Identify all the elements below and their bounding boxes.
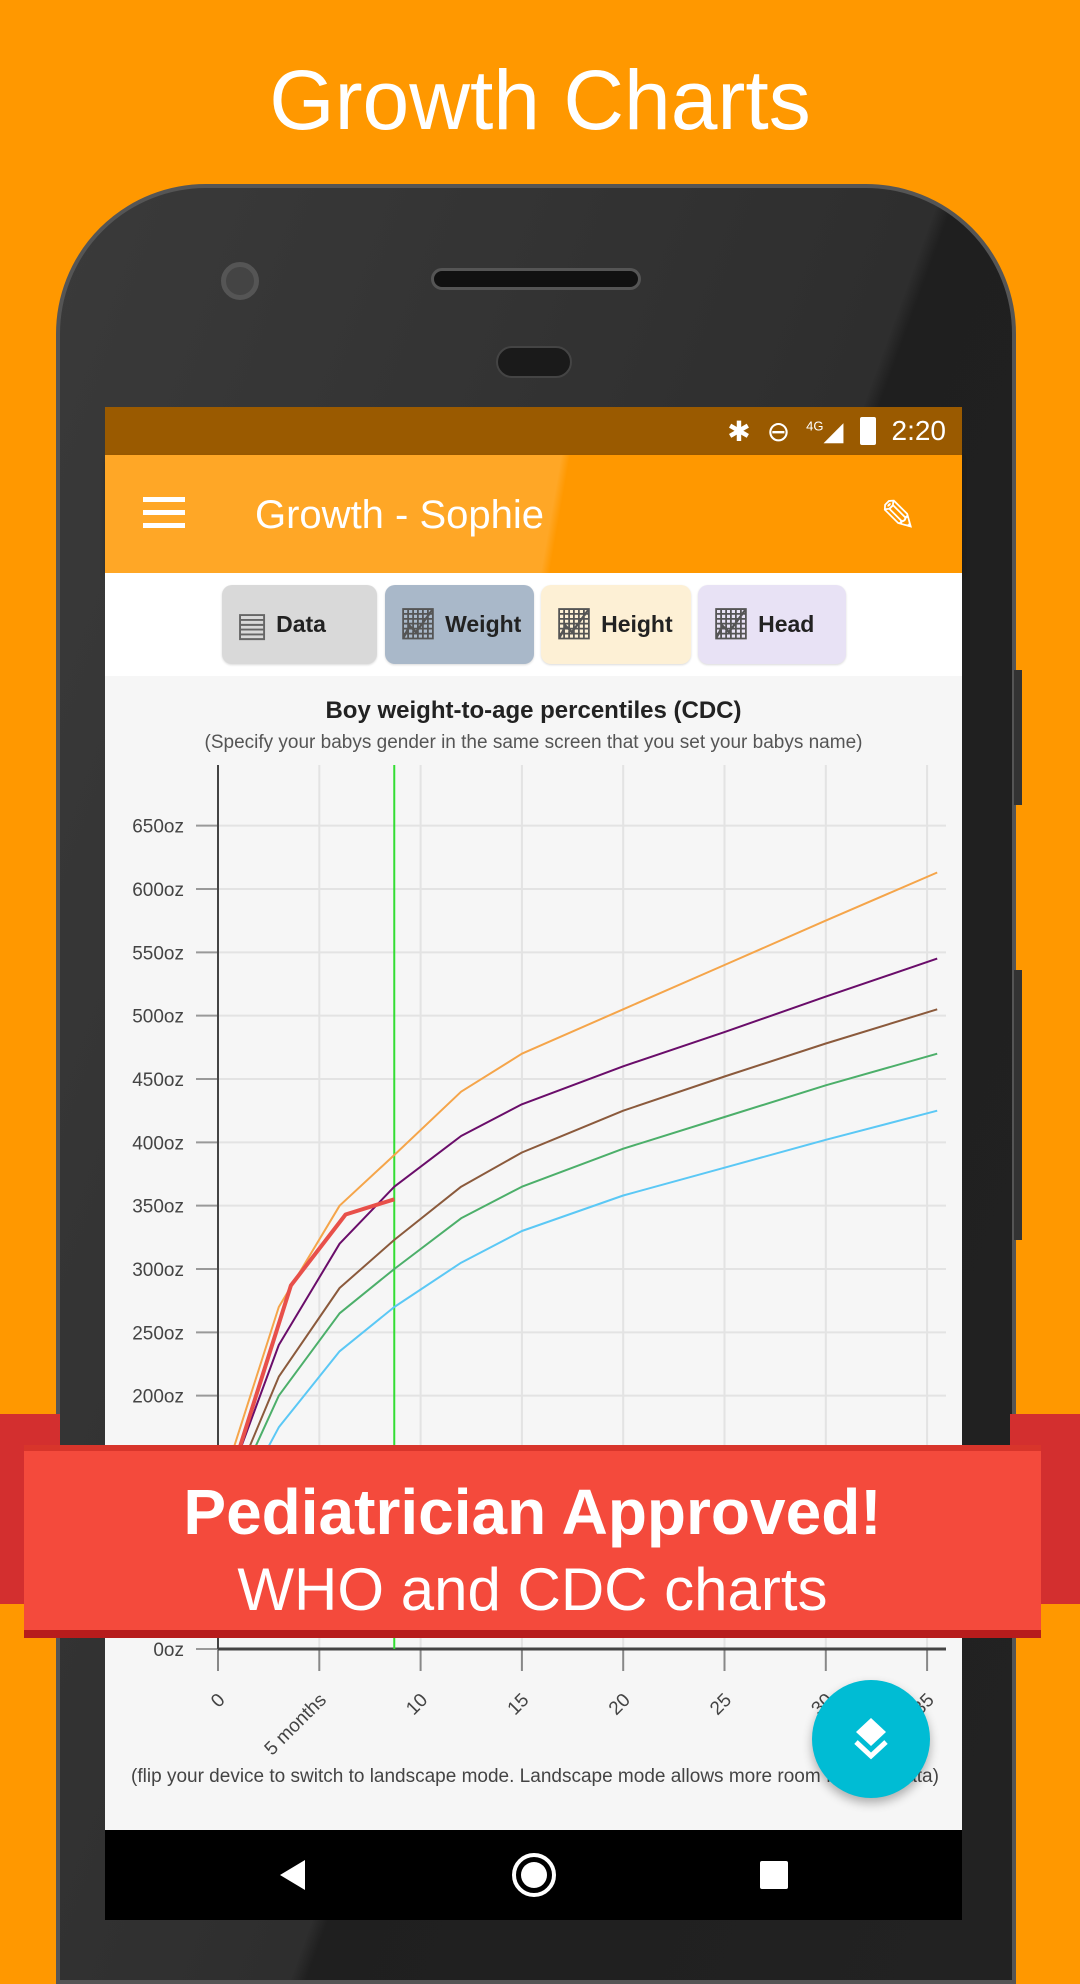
back-icon[interactable]: [280, 1860, 305, 1890]
promo-banner: Pediatrician Approved! WHO and CDC chart…: [24, 1445, 1041, 1638]
x-tick-label: 0: [207, 1690, 229, 1712]
y-tick-label: 400oz: [132, 1133, 184, 1154]
x-tick-label: 20: [605, 1690, 635, 1720]
y-tick-label: 250oz: [132, 1323, 184, 1344]
banner-line2: WHO and CDC charts: [237, 1556, 828, 1623]
y-tick-label: 350oz: [132, 1197, 184, 1218]
navigation-bar: [105, 1830, 962, 1920]
y-tick-label: 200oz: [132, 1387, 184, 1408]
y-tick-label: 0oz: [153, 1640, 184, 1661]
y-tick-label: 500oz: [132, 1007, 184, 1028]
y-tick-label: 450oz: [132, 1070, 184, 1091]
x-tick-label: 10: [402, 1690, 432, 1720]
y-tick-label: 600oz: [132, 880, 184, 901]
banner-line1: Pediatrician Approved!: [183, 1476, 882, 1548]
x-tick-label: 15: [504, 1690, 534, 1720]
x-tick-label: 25: [706, 1690, 736, 1720]
layers-button[interactable]: [812, 1680, 930, 1798]
nav-buttons: [280, 1853, 788, 1897]
recents-icon[interactable]: [760, 1861, 788, 1889]
x-tick-label: 5 months: [261, 1690, 331, 1760]
y-tick-label: 300oz: [132, 1260, 184, 1281]
y-tick-label: 650oz: [132, 817, 184, 838]
layers-icon: [854, 1718, 888, 1760]
y-tick-label: 550oz: [132, 943, 184, 964]
